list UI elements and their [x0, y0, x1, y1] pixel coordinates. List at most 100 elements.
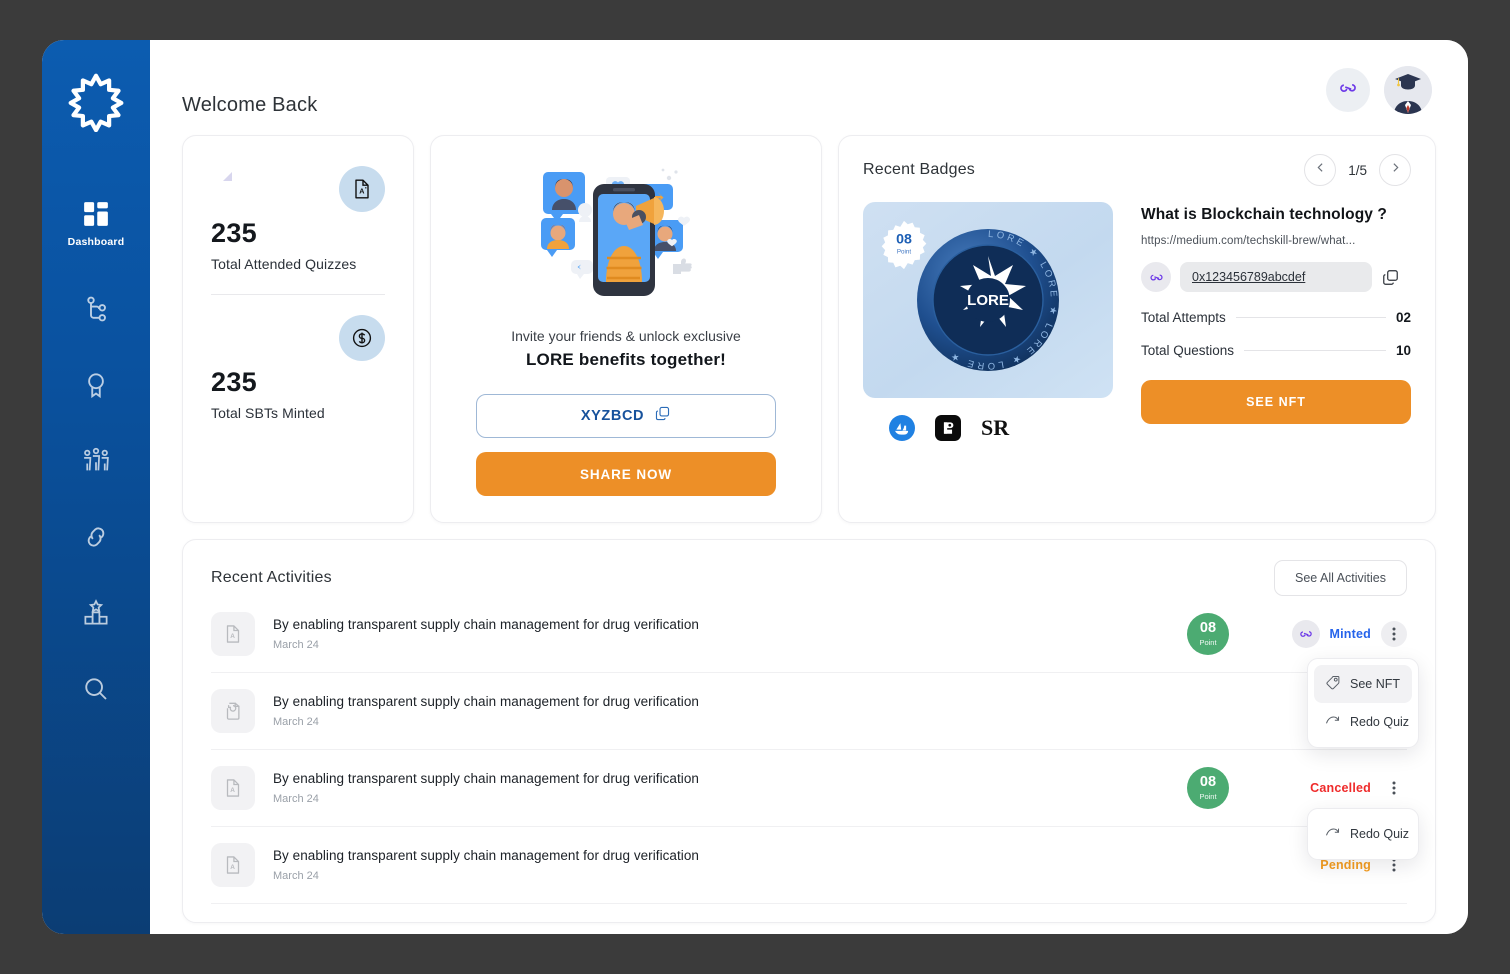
status-badge: Minted: [1330, 627, 1371, 641]
meta-label: Total Attempts: [1141, 310, 1226, 325]
referral-code-box[interactable]: XYZBCD: [476, 394, 776, 438]
activity-context-menu-1: See NFT Redo Quiz: [1307, 658, 1419, 748]
activity-points-badge: [1187, 844, 1229, 886]
rarible-icon[interactable]: [935, 415, 961, 446]
badge-question-title: What is Blockchain technology ?: [1141, 206, 1411, 224]
topbar: [1326, 66, 1432, 114]
sidebar-item-community[interactable]: [42, 433, 150, 487]
invite-title: LORE benefits together!: [526, 350, 726, 370]
activity-status-group: Minted: [1247, 620, 1407, 648]
lore-star-logo[interactable]: [66, 72, 126, 132]
stats-card: A 235 Total Attended Quizzes: [182, 135, 414, 523]
sidebar-item-search[interactable]: [42, 661, 150, 715]
network-nodes-icon: [81, 294, 111, 324]
menu-item-label: Redo Quiz: [1350, 827, 1409, 841]
quiz-grade-document-icon: A: [211, 766, 255, 810]
opensea-icon[interactable]: [889, 415, 915, 446]
activity-description: By enabling transparent supply chain man…: [273, 771, 1169, 786]
activity-text: By enabling transparent supply chain man…: [273, 617, 1169, 651]
polygon-chain-icon: [1337, 77, 1359, 104]
menu-item-redo-quiz[interactable]: Redo Quiz: [1314, 703, 1412, 741]
community-people-icon: [81, 446, 111, 476]
app-window: Dashboard: [42, 40, 1468, 934]
dashboard-grid-icon: [81, 199, 111, 229]
marketplace-logos: SR: [863, 414, 1113, 446]
superrare-icon[interactable]: SR: [981, 414, 1027, 446]
kebab-menu-icon[interactable]: [1381, 775, 1407, 801]
main-content: Welcome Back A 235 Total Attended: [150, 40, 1468, 934]
activity-description: By enabling transparent supply chain man…: [273, 617, 1169, 632]
recent-activities-card: Recent Activities See All Activities A B…: [182, 539, 1436, 923]
see-nft-button[interactable]: SEE NFT: [1141, 380, 1411, 424]
sidebar-item-leaderboard[interactable]: [42, 585, 150, 639]
dollar-coin-icon: [339, 315, 385, 361]
menu-item-redo-quiz[interactable]: Redo Quiz: [1314, 815, 1412, 853]
svg-text:08: 08: [896, 231, 912, 247]
link-chain-icon: [81, 522, 111, 552]
sidebar-item-badges[interactable]: [42, 357, 150, 411]
quiz-grade-document-icon: A: [339, 166, 385, 212]
badges-body: 08 Point: [863, 202, 1411, 446]
activity-date: March 24: [273, 870, 1169, 882]
table-row: By enabling transparent supply chain man…: [211, 673, 1407, 750]
sidebar-item-network[interactable]: [42, 281, 150, 335]
wallet-address-pill[interactable]: 0x123456789abcdef: [1180, 262, 1372, 292]
redo-document-icon: [211, 689, 255, 733]
polygon-chain-icon: [1141, 262, 1171, 292]
menu-item-label: See NFT: [1350, 677, 1400, 691]
activity-text: By enabling transparent supply chain man…: [273, 848, 1169, 882]
activity-date: March 24: [273, 793, 1169, 805]
activity-points-badge: [1187, 690, 1229, 732]
activity-description: By enabling transparent supply chain man…: [273, 694, 1169, 709]
points-value: 08: [1200, 621, 1216, 636]
prev-badge-button[interactable]: [1304, 154, 1336, 186]
badge-visual-column: 08 Point: [863, 202, 1113, 446]
redo-arrow-icon: [1324, 824, 1341, 844]
invite-subtitle: Invite your friends & unlock exclusive: [511, 328, 741, 344]
activity-text: By enabling transparent supply chain man…: [273, 771, 1169, 805]
activity-text: By enabling transparent supply chain man…: [273, 694, 1169, 728]
status-badge: Cancelled: [1310, 781, 1371, 795]
recent-badges-title: Recent Badges: [863, 161, 975, 179]
page-title: Welcome Back: [182, 94, 1436, 117]
copy-icon[interactable]: [1381, 266, 1403, 288]
points-label: Point: [1199, 792, 1216, 801]
stat-label: Total SBTs Minted: [211, 405, 385, 421]
leaderboard-podium-icon: [81, 598, 111, 628]
copy-icon[interactable]: [654, 405, 671, 427]
svg-text:LORE: LORE: [967, 292, 1009, 309]
table-row: A By enabling transparent supply chain m…: [211, 596, 1407, 673]
meta-label: Total Questions: [1141, 343, 1234, 358]
activity-status-group: Cancelled: [1247, 775, 1407, 801]
next-badge-button[interactable]: [1379, 154, 1411, 186]
referral-code-value: XYZBCD: [581, 408, 644, 424]
points-label: Point: [1199, 638, 1216, 647]
meta-divider: [1236, 317, 1386, 318]
badges-header: Recent Badges 1/5: [863, 154, 1411, 186]
table-row: A By enabling transparent supply chain m…: [211, 827, 1407, 904]
stat-value: 235: [211, 218, 385, 249]
kebab-menu-icon[interactable]: [1381, 621, 1407, 647]
menu-item-label: Redo Quiz: [1350, 715, 1409, 729]
top-cards-row: A 235 Total Attended Quizzes: [182, 135, 1436, 523]
svg-text:SR: SR: [981, 415, 1010, 440]
avatar[interactable]: [1384, 66, 1432, 114]
quiz-grade-document-icon: A: [211, 843, 255, 887]
share-now-button[interactable]: SHARE NOW: [476, 452, 776, 496]
activities-header: Recent Activities See All Activities: [211, 560, 1407, 596]
lore-coin-badge: LORE ★ LORE ★ LORE ★ LORE ★ LORE: [914, 226, 1062, 374]
badge-page-count: 1/5: [1348, 163, 1367, 178]
sidebar-item-dashboard[interactable]: Dashboard: [42, 186, 150, 259]
see-all-activities-button[interactable]: See All Activities: [1274, 560, 1407, 596]
badge-point-sticker: 08 Point: [879, 220, 929, 270]
sidebar-item-label: Dashboard: [68, 236, 125, 248]
stat-block-quizzes: A 235 Total Attended Quizzes: [211, 150, 385, 272]
recent-activities-title: Recent Activities: [211, 569, 332, 587]
meta-divider: [1244, 350, 1386, 351]
sidebar-item-link[interactable]: [42, 509, 150, 563]
wallet-address-value[interactable]: 0x123456789abcdef: [1192, 270, 1305, 284]
menu-item-see-nft[interactable]: See NFT: [1314, 665, 1412, 703]
invite-card: Invite your friends & unlock exclusive L…: [430, 135, 822, 523]
wallet-button[interactable]: [1326, 68, 1370, 112]
quiz-grade-document-icon: A: [211, 612, 255, 656]
